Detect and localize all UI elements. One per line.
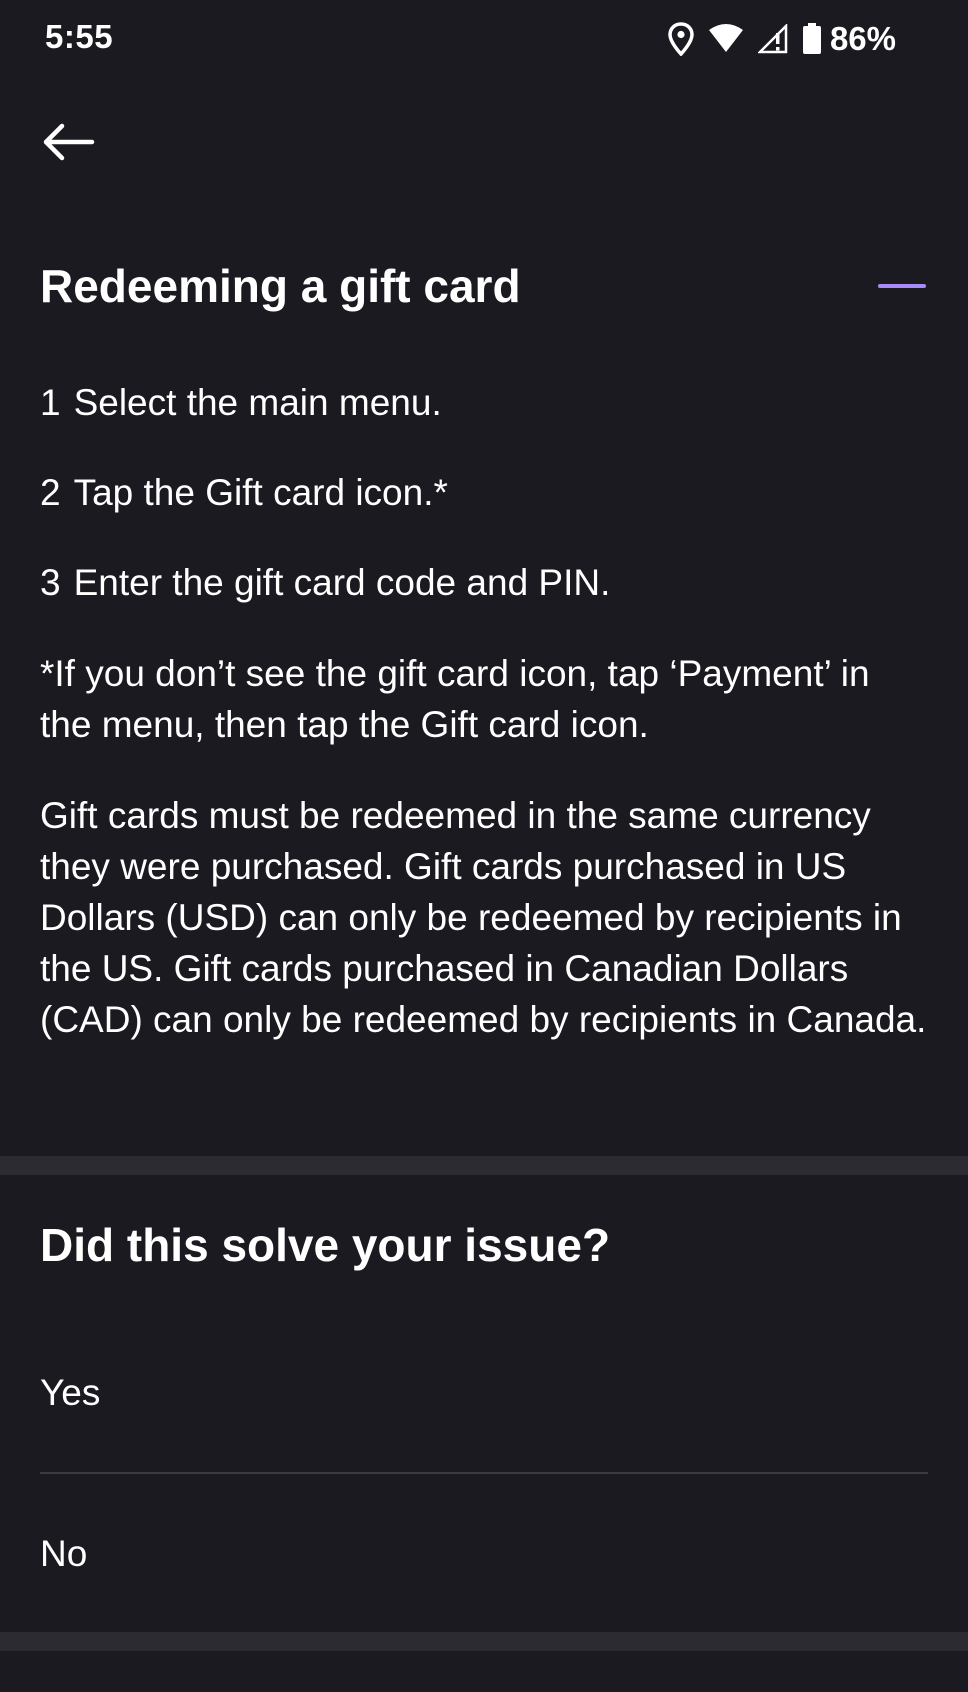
status-bar: 5:55 86% <box>0 0 968 80</box>
step-item: 1 Select the main menu. <box>40 377 940 428</box>
article-title: Redeeming a gift card <box>40 260 521 312</box>
feedback-question: Did this solve your issue? <box>40 1219 611 1271</box>
feedback-yes-button[interactable]: Yes <box>0 1320 968 1470</box>
back-arrow-icon <box>43 123 95 161</box>
footnote-text: *If you don’t see the gift card icon, ta… <box>40 653 870 745</box>
step-number: 2 <box>40 472 61 513</box>
step-item: 2 Tap the Gift card icon.* <box>40 467 940 518</box>
step-number: 1 <box>40 382 61 423</box>
step-text: Select the main menu. <box>73 382 442 423</box>
feedback-yes-label: Yes <box>40 1372 101 1413</box>
status-icons: 86% <box>668 20 896 58</box>
currency-note-text: Gift cards must be redeemed in the same … <box>40 795 927 1040</box>
status-time: 5:55 <box>45 18 114 55</box>
battery-icon <box>802 23 822 55</box>
step-text: Tap the Gift card icon.* <box>73 472 448 513</box>
battery-percentage: 86% <box>829 20 896 57</box>
step-item: 3 Enter the gift card code and PIN. <box>40 557 940 608</box>
step-text: Enter the gift card code and PIN. <box>73 562 611 603</box>
answer-divider <box>40 1472 928 1474</box>
section-divider <box>0 1156 968 1175</box>
bottom-divider <box>0 1632 968 1651</box>
minus-icon <box>878 284 926 288</box>
article-section-header[interactable]: Redeeming a gift card <box>40 256 930 316</box>
step-number: 3 <box>40 562 61 603</box>
help-article-screen: 5:55 86% Redeeming a gift card 1 Select … <box>0 0 968 1692</box>
feedback-no-label: No <box>40 1533 88 1574</box>
back-button[interactable] <box>32 106 104 178</box>
wifi-icon <box>708 24 744 54</box>
collapse-button[interactable] <box>874 268 930 304</box>
signal-icon <box>757 24 788 54</box>
feedback-no-button[interactable]: No <box>0 1476 968 1626</box>
location-icon <box>668 22 694 56</box>
